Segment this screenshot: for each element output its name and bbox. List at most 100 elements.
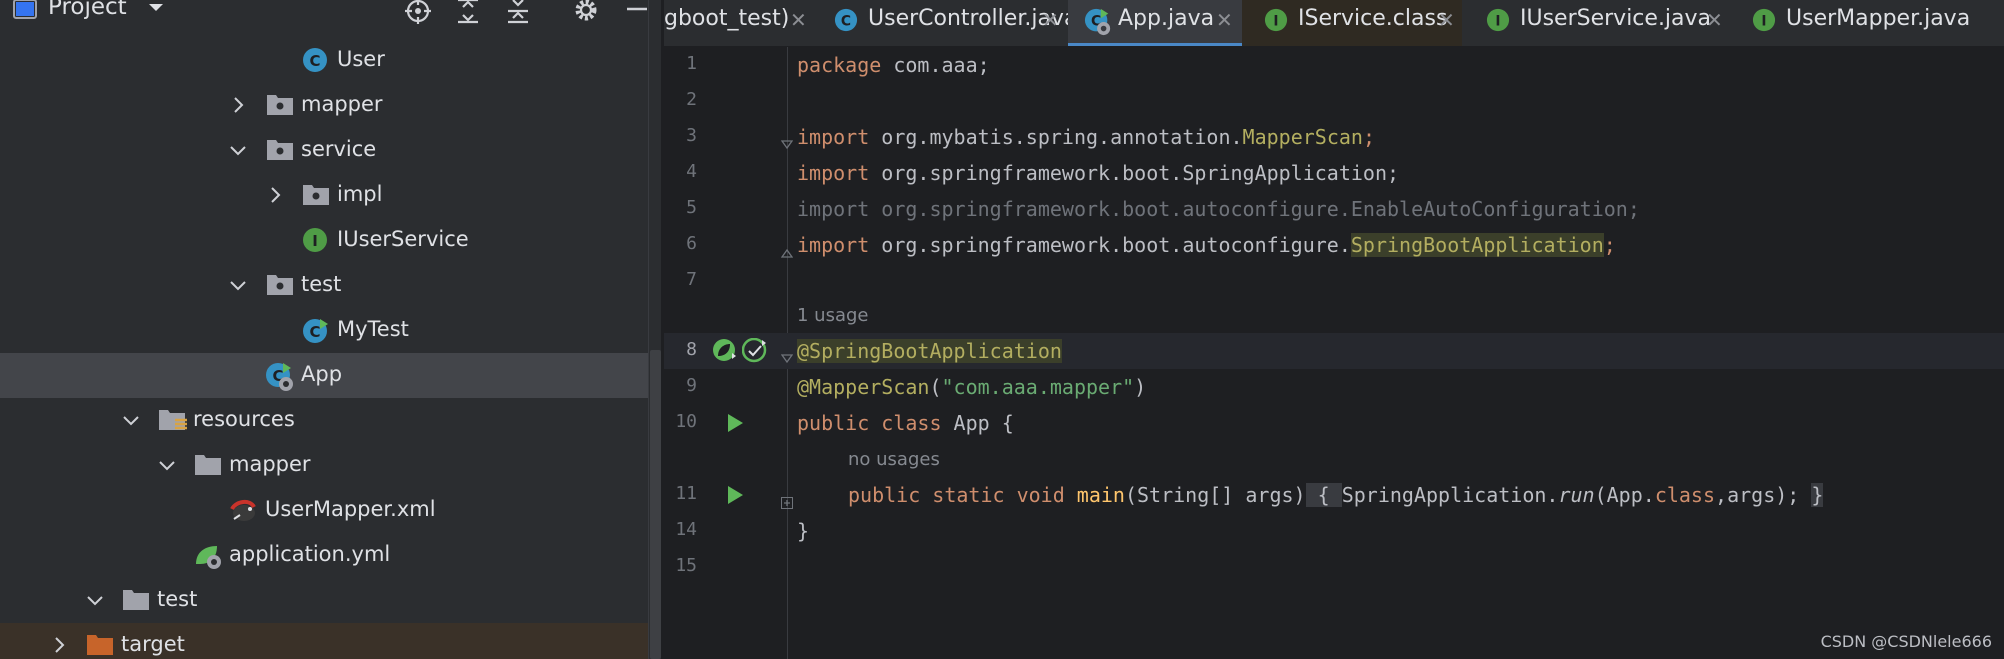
line-number: 2 xyxy=(686,89,697,110)
tree-item-user[interactable]: C User xyxy=(0,38,661,83)
tab-module-config[interactable]: gboot_test) ✕ xyxy=(664,0,814,46)
tree-item-label: mapper xyxy=(229,452,311,476)
tree-item-mapper-folder[interactable]: mapper xyxy=(0,443,661,488)
tree-item-application-yml[interactable]: application.yml xyxy=(0,533,661,578)
chevron-down-icon[interactable] xyxy=(146,0,166,22)
chevron-down-icon[interactable] xyxy=(228,275,248,295)
tab-label: App.java xyxy=(1118,6,1215,31)
code-line[interactable]: 9 @MapperScan("com.aaa.mapper") xyxy=(664,369,2004,405)
project-panel-title[interactable]: Project xyxy=(48,0,127,20)
interface-icon: I xyxy=(1264,8,1288,32)
close-icon[interactable]: ✕ xyxy=(1216,8,1233,32)
class-icon: C xyxy=(302,47,330,73)
spring-yml-icon xyxy=(193,542,221,569)
svg-text:I: I xyxy=(1495,14,1500,30)
package-folder-icon xyxy=(266,92,294,118)
folder-icon xyxy=(194,452,222,478)
usages-inlay-hint[interactable]: 1 usage xyxy=(797,305,869,326)
line-number: 6 xyxy=(686,233,697,254)
tree-item-label: service xyxy=(301,137,377,161)
project-tool-window: Project C User mapper service impl I IUs… xyxy=(0,0,661,659)
code-line[interactable]: 2 xyxy=(664,83,2004,119)
line-number: 4 xyxy=(686,161,697,182)
svg-text:C: C xyxy=(309,323,320,341)
tree-item-label: application.yml xyxy=(229,542,391,566)
tree-item-impl-package[interactable]: impl xyxy=(0,173,661,218)
tree-item-label: resources xyxy=(193,407,295,431)
code-text: @MapperScan("com.aaa.mapper") xyxy=(797,375,1147,399)
code-editor[interactable]: 1 package com.aaa; 2 3 import org.mybati… xyxy=(664,47,2004,659)
project-scrollbar[interactable] xyxy=(648,0,661,659)
code-line[interactable]: 11 public static void main(String[] args… xyxy=(664,477,2004,513)
close-icon[interactable]: ✕ xyxy=(1706,8,1723,32)
close-icon[interactable]: ✕ xyxy=(1042,8,1059,32)
tab-iservice-class[interactable]: I IService.class ✕ xyxy=(1242,0,1462,46)
tree-item-label: test xyxy=(157,587,198,611)
tree-item-mytest[interactable]: C MyTest xyxy=(0,308,661,353)
locate-icon[interactable] xyxy=(403,0,433,30)
spring-config-gutter-icon[interactable] xyxy=(741,337,768,369)
code-line[interactable]: 10 public class App { xyxy=(664,405,2004,441)
svg-text:C: C xyxy=(841,14,851,30)
code-line-current[interactable]: 8 @SpringBootApplication xyxy=(664,333,2004,369)
chevron-down-icon[interactable] xyxy=(157,455,177,475)
tab-iuserservice[interactable]: I IUserService.java ✕ xyxy=(1462,0,1732,46)
resources-folder-icon xyxy=(158,407,187,433)
run-icon[interactable] xyxy=(726,485,744,510)
tree-item-resources[interactable]: resources xyxy=(0,398,661,443)
tab-app-java[interactable]: C App.java ✕ xyxy=(1068,0,1242,46)
line-number: 14 xyxy=(675,519,697,540)
spring-boot-app-icon: C xyxy=(265,362,293,391)
tree-item-target[interactable]: target xyxy=(0,623,661,659)
code-line[interactable]: 7 xyxy=(664,263,2004,299)
folder-icon xyxy=(122,587,150,613)
code-line[interactable]: 5 import org.springframework.boot.autoco… xyxy=(664,191,2004,227)
usages-inlay-hint[interactable]: no usages xyxy=(848,449,940,470)
chevron-right-icon[interactable] xyxy=(49,635,69,655)
tree-item-test-folder[interactable]: test xyxy=(0,578,661,623)
spring-bean-gutter-icon[interactable] xyxy=(712,338,738,369)
close-icon[interactable]: ✕ xyxy=(1438,8,1455,32)
code-text: import org.mybatis.spring.annotation.Map… xyxy=(797,125,1375,149)
chevron-right-icon[interactable] xyxy=(265,185,285,205)
line-number: 3 xyxy=(686,125,697,146)
run-icon[interactable] xyxy=(726,413,744,438)
editor-tab-bar: gboot_test) ✕ C UserController.java ✕ C … xyxy=(664,0,2004,47)
collapse-all-icon[interactable] xyxy=(504,0,532,30)
scrollbar-thumb[interactable] xyxy=(650,350,661,659)
tree-item-service-package[interactable]: service xyxy=(0,128,661,173)
code-line[interactable]: 14 } xyxy=(664,513,2004,549)
tab-usermapper[interactable]: I UserMapper.java xyxy=(1732,0,2004,46)
tree-item-iuserservice[interactable]: I IUserService xyxy=(0,218,661,263)
tree-item-test-package[interactable]: test xyxy=(0,263,661,308)
chevron-down-icon[interactable] xyxy=(85,590,105,610)
fold-marker-icon[interactable] xyxy=(780,346,794,364)
chevron-right-icon[interactable] xyxy=(228,95,248,115)
settings-gear-icon[interactable] xyxy=(572,0,600,28)
close-icon[interactable]: ✕ xyxy=(790,8,807,32)
minimize-icon[interactable] xyxy=(624,0,650,26)
fold-marker-icon[interactable] xyxy=(780,240,794,258)
interface-icon: I xyxy=(1752,8,1776,32)
tree-item-label: UserMapper.xml xyxy=(265,497,436,521)
tab-usercontroller[interactable]: C UserController.java ✕ xyxy=(814,0,1077,46)
chevron-down-icon[interactable] xyxy=(121,410,141,430)
fold-marker-icon[interactable] xyxy=(780,132,794,150)
tree-item-usermapper-xml[interactable]: UserMapper.xml xyxy=(0,488,661,533)
expand-all-icon[interactable] xyxy=(454,0,482,30)
code-line[interactable]: 1 package com.aaa; xyxy=(664,47,2004,83)
interface-icon: I xyxy=(302,227,330,253)
tree-item-mapper-package[interactable]: mapper xyxy=(0,83,661,128)
code-line[interactable]: 4 import org.springframework.boot.Spring… xyxy=(664,155,2004,191)
line-number: 11 xyxy=(675,483,697,504)
interface-icon: I xyxy=(1486,8,1510,32)
code-line[interactable]: 15 xyxy=(664,549,2004,585)
expand-fold-icon[interactable] xyxy=(781,490,793,509)
tree-item-label: User xyxy=(337,47,385,71)
line-number: 15 xyxy=(675,555,697,576)
code-line[interactable]: 6 import org.springframework.boot.autoco… xyxy=(664,227,2004,263)
code-line[interactable]: 3 import org.mybatis.spring.annotation.M… xyxy=(664,119,2004,155)
unused-import-text: import org.springframework.boot.autoconf… xyxy=(797,197,1640,221)
chevron-down-icon[interactable] xyxy=(228,140,248,160)
tree-item-app[interactable]: C App xyxy=(0,353,661,398)
